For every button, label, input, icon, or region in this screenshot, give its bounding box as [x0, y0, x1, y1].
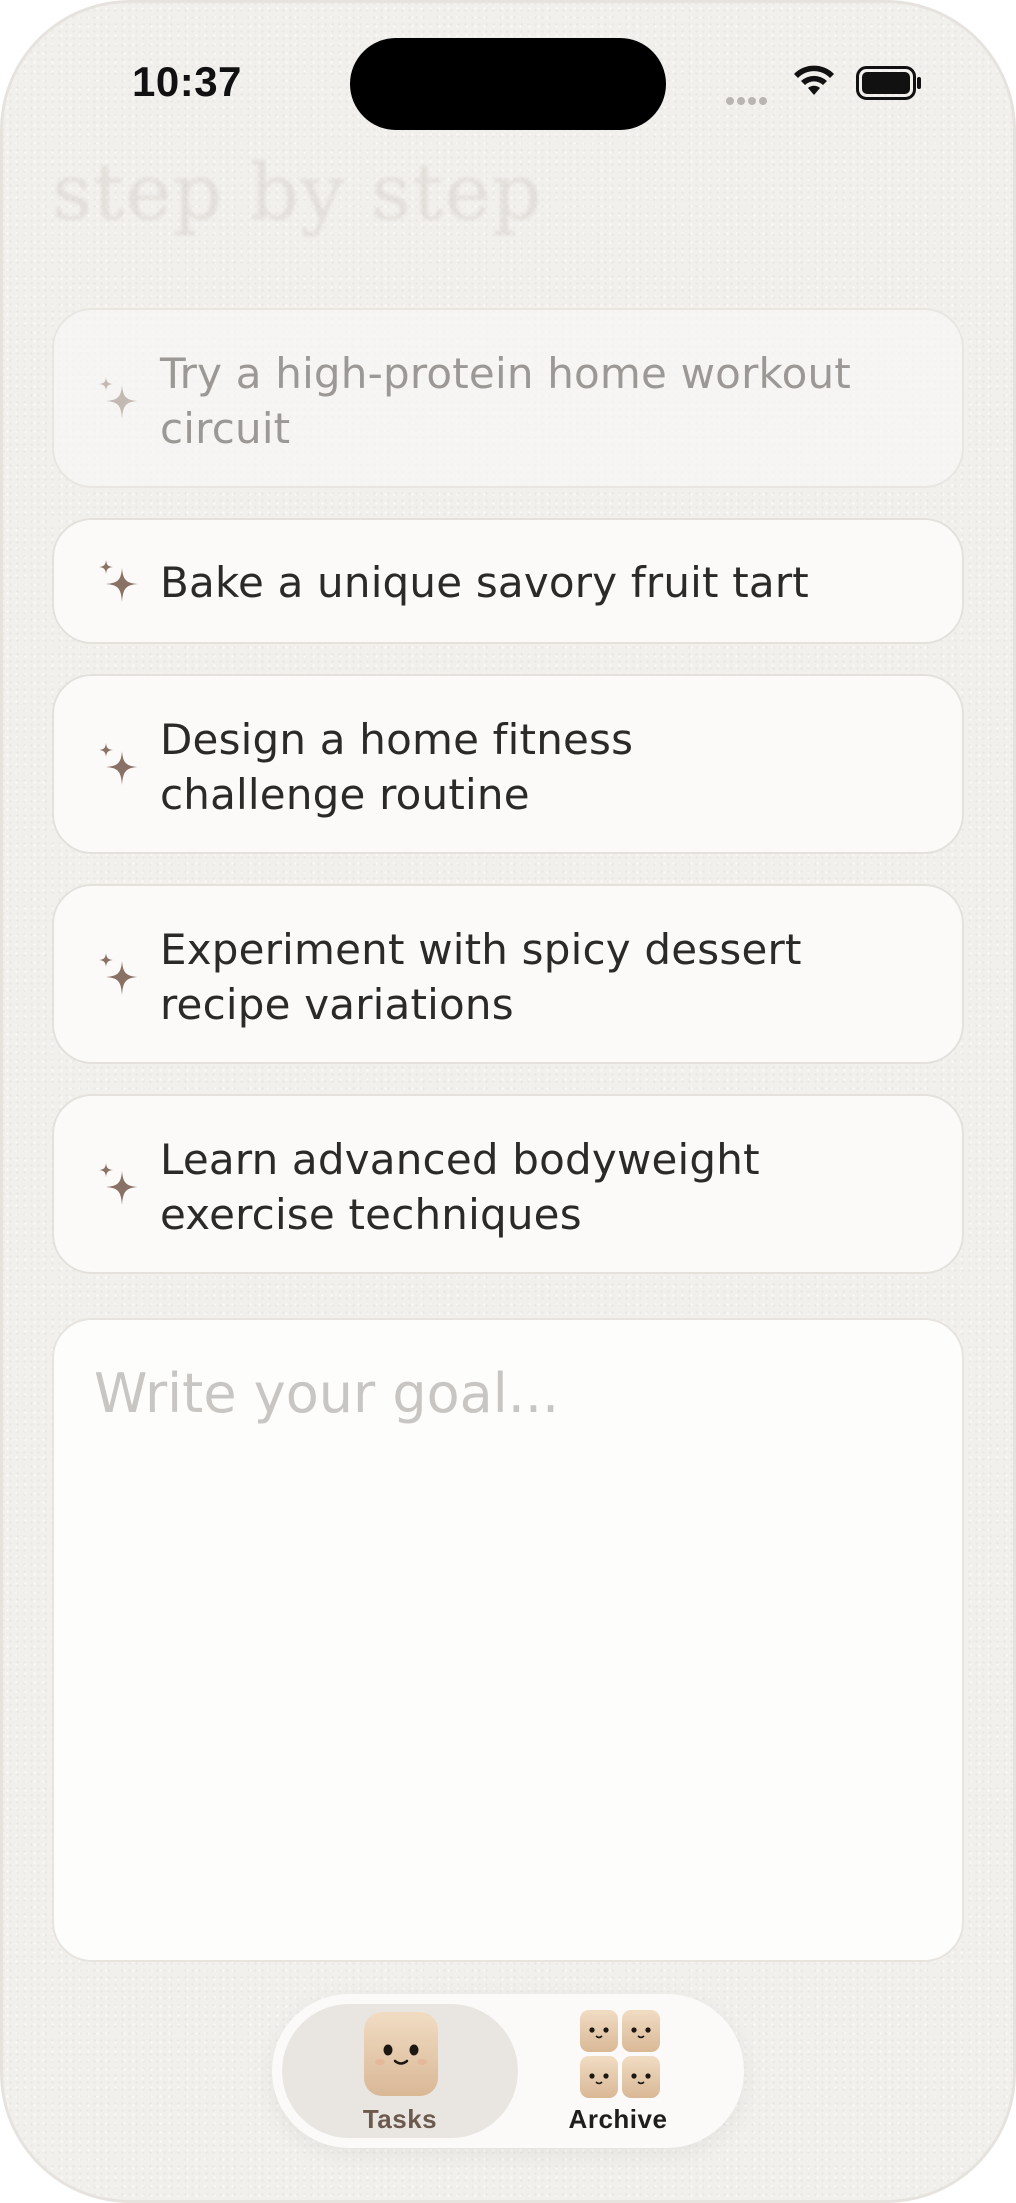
phone-screen: 10:37 step by step Try a high-protein ho…	[0, 0, 1016, 2203]
sparkle-icon	[99, 560, 138, 602]
suggestion-text: Bake a unique savory fruit tart	[160, 558, 809, 607]
sparkle-icon	[99, 1163, 138, 1205]
status-time: 10:37	[132, 58, 242, 105]
tab-archive[interactable]: Archive	[500, 2004, 736, 2138]
sparkle-icon	[99, 743, 138, 785]
battery-icon	[856, 66, 921, 100]
sparkle-icon	[99, 377, 138, 419]
mascot-group-icon	[580, 2010, 660, 2098]
mascot-icon	[364, 2012, 438, 2096]
sparkle-icon	[99, 953, 138, 995]
suggestion-card[interactable]: Experiment with spicy dessert recipe var…	[52, 884, 964, 1064]
suggestion-card[interactable]: Bake a unique savory fruit tart	[52, 518, 964, 644]
suggestion-text: Try a high-protein home workout circuit	[160, 349, 851, 453]
status-icons	[726, 62, 926, 105]
goal-input[interactable]	[52, 1318, 964, 1962]
signal-dots-icon	[726, 90, 770, 109]
suggestion-card[interactable]: Learn advanced bodyweight exercise techn…	[52, 1094, 964, 1274]
suggestion-text: Learn advanced bodyweight exercise techn…	[160, 1135, 760, 1239]
dynamic-island	[350, 38, 666, 130]
tab-tasks[interactable]: Tasks	[282, 2004, 518, 2138]
tab-bar: Tasks Archive	[272, 1994, 744, 2148]
wifi-icon	[794, 65, 834, 95]
suggestion-text: Design a home fitness challenge routine	[160, 715, 634, 819]
tab-tasks-label: Tasks	[362, 2104, 438, 2134]
tab-archive-label: Archive	[568, 2104, 668, 2134]
suggestion-card[interactable]: Design a home fitness challenge routine	[52, 674, 964, 854]
suggestion-card[interactable]: Try a high-protein home workout circuit	[52, 308, 964, 488]
suggestion-text: Experiment with spicy dessert recipe var…	[160, 925, 802, 1029]
page-title: step by step	[52, 148, 543, 238]
